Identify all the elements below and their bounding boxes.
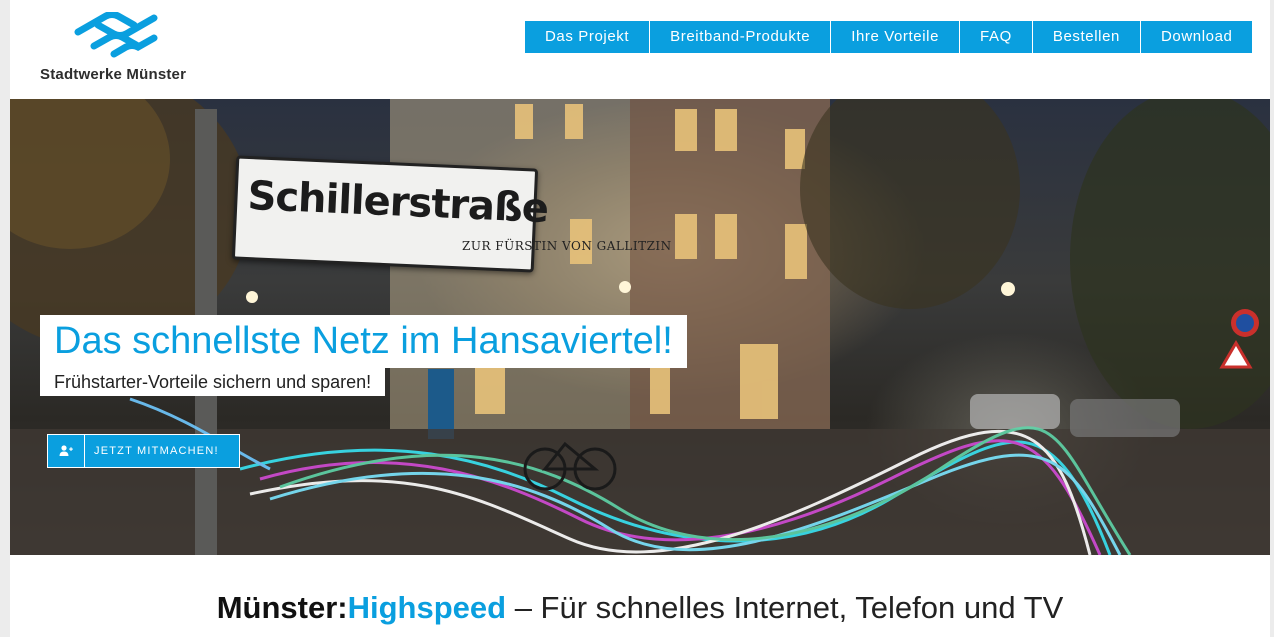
nav-faq[interactable]: FAQ — [960, 21, 1033, 53]
tagline-accent: Highspeed — [347, 590, 507, 625]
hero-headline: Das schnellste Netz im Hansaviertel! — [40, 315, 687, 368]
logo-text: Stadtwerke Münster — [40, 66, 187, 83]
nav-das-projekt[interactable]: Das Projekt — [525, 21, 651, 53]
nav-download[interactable]: Download — [1140, 21, 1253, 53]
building-sign: ZUR FÜRSTIN VON GALLITZIN — [462, 239, 672, 253]
tagline-brand: Münster: — [216, 590, 348, 625]
page: Stadtwerke Münster Das Projekt Breitband… — [10, 0, 1270, 637]
tagline-rest: – Für schnelles Internet, Telefon und TV — [506, 590, 1064, 625]
hero-headline-text: Das schnellste Netz im Hansaviertel! — [54, 320, 673, 362]
jetzt-mitmachen-button[interactable]: JETZT MITMACHEN! — [47, 434, 240, 468]
hero-banner: Schillerstraße ZUR FÜRSTIN VON GALLITZIN… — [10, 99, 1270, 555]
nav-breitband-produkte[interactable]: Breitband-Produkte — [650, 21, 832, 53]
page-tagline: Münster:Highspeed – Für schnelles Intern… — [10, 586, 1270, 630]
hero-subline: Frühstarter-Vorteile sichern und sparen! — [40, 368, 386, 396]
user-plus-icon — [48, 435, 85, 467]
street-sign: Schillerstraße — [231, 155, 549, 273]
cta-label: JETZT MITMACHEN! — [85, 435, 239, 467]
main-nav: Das Projekt Breitband-Produkte Ihre Vort… — [525, 21, 1253, 53]
street-sign-text: Schillerstraße — [246, 173, 549, 233]
stadtwerke-wave-icon — [74, 12, 158, 58]
hero-subline-text: Frühstarter-Vorteile sichern und sparen! — [54, 372, 372, 392]
nav-ihre-vorteile[interactable]: Ihre Vorteile — [831, 21, 961, 53]
stadtwerke-logo[interactable]: Stadtwerke Münster — [38, 12, 208, 88]
nav-bestellen[interactable]: Bestellen — [1032, 21, 1141, 53]
